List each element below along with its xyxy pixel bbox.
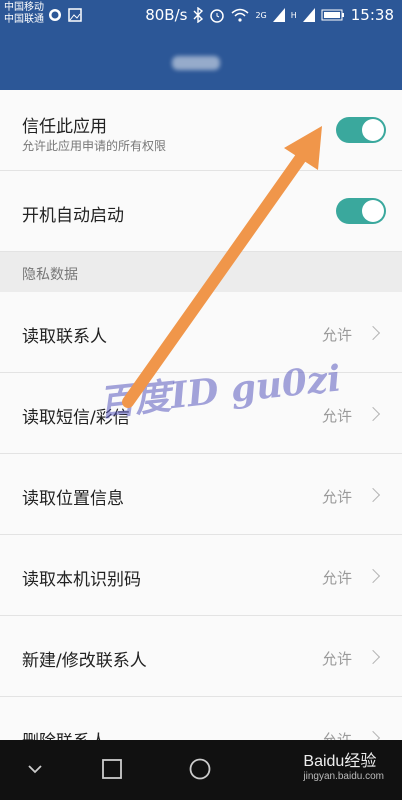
jingyan-logo-text: Baidu经验 (303, 753, 377, 770)
recents-icon[interactable] (189, 758, 211, 780)
home-icon[interactable] (102, 759, 122, 779)
annotation-arrow-icon (122, 126, 322, 408)
jingyan-url: jingyan.baidu.com (303, 771, 384, 782)
jingyan-watermark: Baidu经验 jingyan.baidu.com (303, 747, 384, 782)
back-icon[interactable] (28, 764, 42, 774)
navigation-bar: Baidu经验 jingyan.baidu.com (0, 740, 402, 800)
